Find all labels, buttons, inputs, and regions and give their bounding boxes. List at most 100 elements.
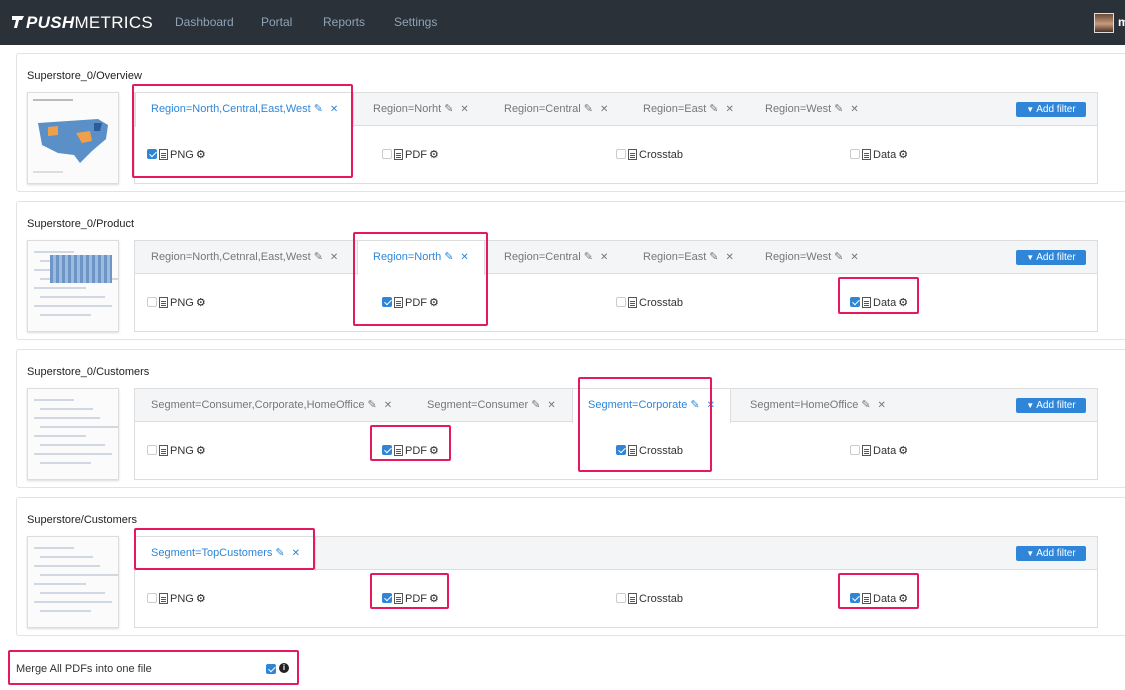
format-option-data[interactable]: Data ⚙ — [850, 444, 908, 458]
format-checkbox[interactable] — [616, 593, 626, 603]
format-option-pdf[interactable]: PDF ⚙ — [382, 148, 439, 162]
gear-icon[interactable]: ⚙ — [429, 149, 439, 161]
gear-icon[interactable]: ⚙ — [898, 445, 908, 457]
close-icon[interactable]: ✕ — [460, 93, 468, 126]
format-option-pdf[interactable]: PDF ⚙ — [382, 444, 439, 458]
format-option-crosstab[interactable]: Crosstab — [616, 444, 683, 458]
filter-tab[interactable]: Segment=Consumer,Corporate,HomeOffice ✎ ✕ — [151, 389, 392, 422]
edit-pencil-icon[interactable]: ✎ — [834, 241, 843, 274]
format-option-crosstab[interactable]: Crosstab — [616, 296, 683, 310]
format-option-png[interactable]: PNG ⚙ — [147, 148, 206, 162]
edit-pencil-icon[interactable]: ✎ — [368, 389, 377, 422]
filter-tab[interactable]: Region=West ✎ ✕ — [765, 93, 859, 126]
add-filter-button[interactable]: ▼ Add filter — [1016, 102, 1086, 117]
format-checkbox[interactable] — [382, 149, 392, 159]
filter-tab[interactable]: Region=Central ✎ ✕ — [504, 93, 608, 126]
add-filter-button[interactable]: ▼ Add filter — [1016, 398, 1086, 413]
filter-tab[interactable]: Segment=Corporate ✎ ✕ — [572, 389, 731, 423]
filter-tab[interactable]: Region=East ✎ ✕ — [643, 241, 734, 274]
format-option-data[interactable]: Data ⚙ — [850, 296, 908, 310]
format-checkbox[interactable] — [382, 297, 392, 307]
nav-settings[interactable]: Settings — [394, 15, 437, 29]
close-icon[interactable]: ✕ — [330, 241, 338, 274]
format-checkbox[interactable] — [616, 149, 626, 159]
gear-icon[interactable]: ⚙ — [429, 445, 439, 457]
edit-pencil-icon[interactable]: ✎ — [861, 389, 870, 422]
edit-pencil-icon[interactable]: ✎ — [690, 389, 699, 422]
gear-icon[interactable]: ⚙ — [898, 297, 908, 309]
gear-icon[interactable]: ⚙ — [196, 593, 206, 605]
format-option-crosstab[interactable]: Crosstab — [616, 592, 683, 606]
user-name-initial[interactable]: m — [1118, 15, 1125, 29]
edit-pencil-icon[interactable]: ✎ — [709, 241, 718, 274]
filter-tab[interactable]: Region=West ✎ ✕ — [765, 241, 859, 274]
format-option-pdf[interactable]: PDF ⚙ — [382, 592, 439, 606]
report-thumbnail[interactable] — [27, 388, 119, 480]
close-icon[interactable]: ✕ — [850, 241, 858, 274]
gear-icon[interactable]: ⚙ — [898, 593, 908, 605]
close-icon[interactable]: ✕ — [600, 241, 608, 274]
edit-pencil-icon[interactable]: ✎ — [531, 389, 540, 422]
gear-icon[interactable]: ⚙ — [429, 297, 439, 309]
format-option-data[interactable]: Data ⚙ — [850, 592, 908, 606]
report-thumbnail[interactable] — [27, 240, 119, 332]
close-icon[interactable]: ✕ — [547, 389, 555, 422]
close-icon[interactable]: ✕ — [600, 93, 608, 126]
filter-tab[interactable]: Region=Central ✎ ✕ — [504, 241, 608, 274]
gear-icon[interactable]: ⚙ — [196, 149, 206, 161]
add-filter-button[interactable]: ▼ Add filter — [1016, 546, 1086, 561]
format-option-pdf[interactable]: PDF ⚙ — [382, 296, 439, 310]
format-option-png[interactable]: PNG ⚙ — [147, 444, 206, 458]
filter-tab[interactable]: Segment=Consumer ✎ ✕ — [427, 389, 556, 422]
nav-reports[interactable]: Reports — [323, 15, 365, 29]
filter-tab[interactable]: Region=North ✎ ✕ — [357, 241, 485, 275]
close-icon[interactable]: ✕ — [726, 93, 734, 126]
format-checkbox[interactable] — [147, 593, 157, 603]
format-option-png[interactable]: PNG ⚙ — [147, 296, 206, 310]
format-checkbox[interactable] — [850, 297, 860, 307]
gear-icon[interactable]: ⚙ — [196, 445, 206, 457]
add-filter-button[interactable]: ▼ Add filter — [1016, 250, 1086, 265]
filter-tab[interactable]: Segment=TopCustomers ✎ ✕ — [135, 537, 316, 571]
gear-icon[interactable]: ⚙ — [898, 149, 908, 161]
filter-tab[interactable]: Segment=HomeOffice ✎ ✕ — [750, 389, 886, 422]
nav-dashboard[interactable]: Dashboard — [175, 15, 234, 29]
user-avatar[interactable] — [1094, 13, 1114, 33]
edit-pencil-icon[interactable]: ✎ — [584, 93, 593, 126]
edit-pencil-icon[interactable]: ✎ — [834, 93, 843, 126]
edit-pencil-icon[interactable]: ✎ — [709, 93, 718, 126]
nav-portal[interactable]: Portal — [261, 15, 292, 29]
close-icon[interactable]: ✕ — [878, 389, 886, 422]
edit-pencil-icon[interactable]: ✎ — [444, 241, 453, 274]
edit-pencil-icon[interactable]: ✎ — [314, 241, 323, 274]
format-checkbox[interactable] — [850, 149, 860, 159]
edit-pencil-icon[interactable]: ✎ — [275, 537, 284, 570]
close-icon[interactable]: ✕ — [460, 241, 468, 274]
close-icon[interactable]: ✕ — [384, 389, 392, 422]
format-checkbox[interactable] — [382, 593, 392, 603]
close-icon[interactable]: ✕ — [330, 93, 338, 126]
pushmetrics-logo[interactable]: PUSHMETRICS — [12, 13, 153, 32]
report-thumbnail[interactable] — [27, 536, 119, 628]
info-icon[interactable]: i — [279, 663, 289, 673]
format-checkbox[interactable] — [147, 445, 157, 455]
format-checkbox[interactable] — [147, 149, 157, 159]
merge-pdfs-checkbox[interactable] — [266, 664, 276, 674]
filter-tab[interactable]: Region=North,Central,East,West ✎ ✕ — [135, 93, 355, 127]
format-option-crosstab[interactable]: Crosstab — [616, 148, 683, 162]
filter-tab[interactable]: Region=North,Cetnral,East,West ✎ ✕ — [151, 241, 338, 274]
format-option-data[interactable]: Data ⚙ — [850, 148, 908, 162]
close-icon[interactable]: ✕ — [707, 389, 715, 422]
edit-pencil-icon[interactable]: ✎ — [444, 93, 453, 126]
close-icon[interactable]: ✕ — [726, 241, 734, 274]
edit-pencil-icon[interactable]: ✎ — [314, 93, 323, 126]
format-checkbox[interactable] — [382, 445, 392, 455]
close-icon[interactable]: ✕ — [850, 93, 858, 126]
format-checkbox[interactable] — [616, 297, 626, 307]
gear-icon[interactable]: ⚙ — [429, 593, 439, 605]
format-checkbox[interactable] — [850, 445, 860, 455]
format-checkbox[interactable] — [147, 297, 157, 307]
gear-icon[interactable]: ⚙ — [196, 297, 206, 309]
format-checkbox[interactable] — [616, 445, 626, 455]
filter-tab[interactable]: Region=East ✎ ✕ — [643, 93, 734, 126]
